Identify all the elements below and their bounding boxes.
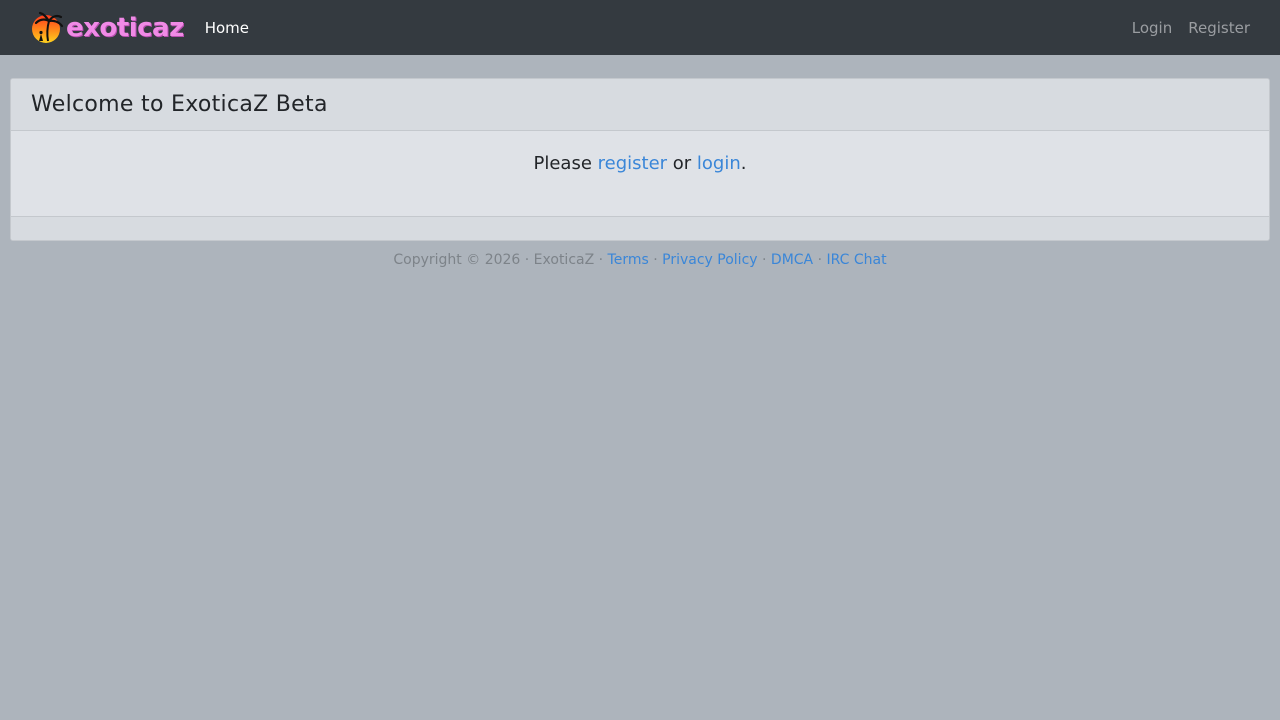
footer-dmca-link[interactable]: DMCA — [771, 252, 813, 268]
footer-irc-link[interactable]: IRC Chat — [827, 252, 887, 268]
nav-account-links: Login Register — [1132, 19, 1250, 37]
card-header: Welcome to ExoticaZ Beta — [11, 79, 1269, 131]
brand-logo-link[interactable]: exoticaz — [30, 10, 184, 46]
top-navbar: exoticaz Home Login Register — [0, 0, 1280, 55]
sunset-palm-icon — [30, 11, 64, 45]
card-body: Please register or login. — [11, 131, 1269, 216]
footer-terms-link[interactable]: Terms — [608, 252, 649, 268]
brand-wordmark: exoticaz — [66, 12, 184, 43]
page-footer: Copyright © 2026 · ExoticaZ · Terms · Pr… — [0, 250, 1280, 270]
nav-login-link[interactable]: Login — [1132, 19, 1172, 37]
footer-privacy-link[interactable]: Privacy Policy — [662, 252, 757, 268]
welcome-card: Welcome to ExoticaZ Beta Please register… — [10, 78, 1270, 241]
card-footer — [11, 216, 1269, 240]
login-link[interactable]: login — [697, 153, 741, 174]
page-title: Welcome to ExoticaZ Beta — [31, 92, 328, 117]
nav-home-link[interactable]: Home — [205, 19, 249, 37]
register-link[interactable]: register — [598, 153, 667, 174]
footer-separator: · — [762, 252, 767, 268]
footer-separator: · — [817, 252, 823, 268]
copyright-text: Copyright © 2026 · ExoticaZ · — [393, 252, 608, 268]
prompt-text-after: . — [740, 153, 747, 174]
prompt-text-before: Please — [533, 153, 598, 174]
footer-separator: · — [653, 252, 658, 268]
prompt-text-middle: or — [667, 153, 697, 174]
nav-register-link[interactable]: Register — [1188, 19, 1250, 37]
